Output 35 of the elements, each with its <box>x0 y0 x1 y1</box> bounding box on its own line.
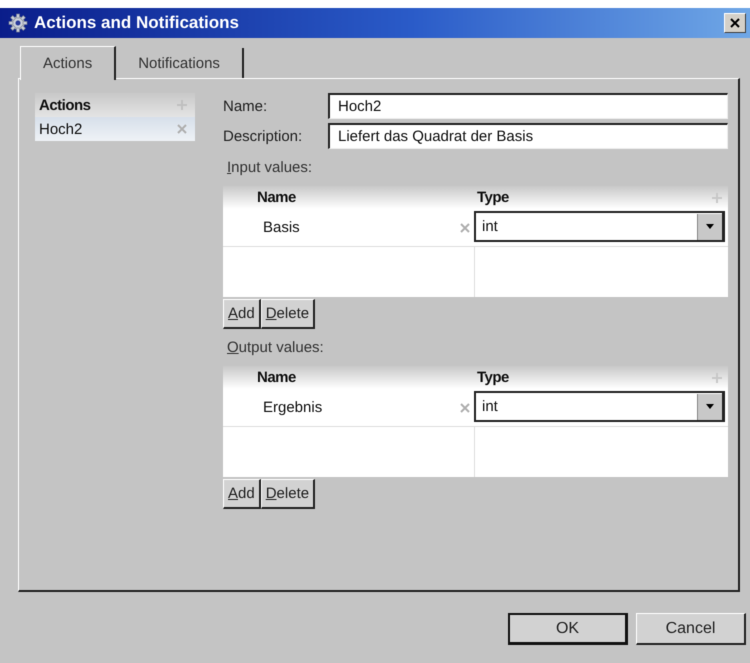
close-button[interactable] <box>724 13 746 33</box>
section-label: Output values: <box>227 339 324 356</box>
list-title: Actions <box>39 96 91 114</box>
dialog-button[interactable]: Cancel <box>636 613 746 645</box>
delete-button[interactable]: Delete <box>260 299 316 329</box>
description-field[interactable]: Liefert das Quadrat der Basis <box>328 123 728 149</box>
type-dropdown[interactable]: int <box>474 391 725 422</box>
close-icon <box>730 18 740 28</box>
plus-icon[interactable] <box>712 373 722 383</box>
column-header: Type <box>476 189 509 206</box>
add-button[interactable]: Add <box>223 299 261 329</box>
table-cell: Ergebnis <box>263 399 322 416</box>
type-dropdown[interactable]: int <box>474 211 725 242</box>
window-title: Actions and Notifications <box>34 13 240 33</box>
section-label: Input values: <box>227 159 312 176</box>
plus-icon[interactable] <box>177 100 187 110</box>
table-cell: Basis <box>263 219 300 236</box>
field-label: Description: <box>223 128 304 144</box>
gear-icon <box>8 13 28 33</box>
delete-icon[interactable] <box>460 402 470 412</box>
plus-icon[interactable] <box>712 193 722 203</box>
delete-icon[interactable] <box>177 124 187 134</box>
dropdown-arrow-icon <box>706 224 714 229</box>
column-header: Name <box>256 369 297 386</box>
delete-button[interactable]: Delete <box>260 479 316 509</box>
column-header: Name <box>256 189 297 206</box>
name-field[interactable]: Hoch2 <box>328 93 728 119</box>
column-header: Type <box>476 369 509 386</box>
dialog-button[interactable]: OK <box>508 613 628 645</box>
delete-icon[interactable] <box>460 222 470 232</box>
tab[interactable]: Actions <box>20 46 116 80</box>
dropdown-arrow-icon <box>706 404 714 409</box>
action-item[interactable]: Hoch2 <box>35 117 195 141</box>
add-button[interactable]: Add <box>223 479 261 509</box>
field-label: Name: <box>223 98 268 114</box>
